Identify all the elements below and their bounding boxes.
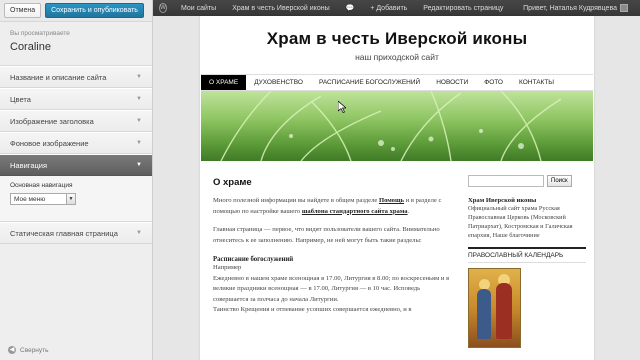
triangle-down-icon: ▼: [136, 74, 142, 80]
main-navigation: О ХРАМЕ ДУХОВЕНСТВО РАСПИСАНИЕ БОГОСЛУЖЕ…: [201, 74, 593, 91]
help-link[interactable]: Помощь: [379, 197, 404, 204]
text: .: [407, 207, 410, 215]
calendar-widget-title: ПРАВОСЛАВНЫЙ КАЛЕНДАРЬ: [468, 247, 586, 263]
header-image: [201, 91, 593, 161]
schedule-example: Например: [213, 264, 242, 271]
primary-navigation-label: Основная навигация: [10, 182, 73, 189]
nav-item-clergy[interactable]: ДУХОВЕНСТВО: [246, 75, 311, 90]
section-static-front-page[interactable]: Статическая главная страница ▼: [0, 222, 152, 244]
menu-select-value: Мое меню: [14, 195, 46, 203]
avatar: [620, 4, 628, 12]
collapse-label: Свернуть: [20, 346, 49, 354]
mouse-cursor-icon: [338, 101, 346, 113]
collapse-sidebar-button[interactable]: ◀ Свернуть: [8, 346, 49, 354]
site-sidebar: Поиск Храм Иверской иконы Официальный са…: [468, 175, 586, 348]
church-widget-text: Официальный сайт храма Русская Православ…: [468, 205, 573, 239]
site-description: наш приходской сайт: [355, 52, 439, 62]
admin-bar: W Мои сайты Храм в честь Иверской иконы …: [153, 0, 640, 16]
entry-paragraph-intro: Главная страница — первое, что видят пол…: [213, 226, 440, 244]
nav-item-about[interactable]: О ХРАМЕ: [201, 75, 247, 90]
menu-select[interactable]: Мое меню ▼: [10, 193, 76, 205]
section-colors[interactable]: Цвета ▼: [0, 88, 152, 110]
section-label: Фоновое изображение: [10, 138, 89, 148]
customizer-panel: Отмена Сохранить и опубликовать Вы просм…: [0, 0, 153, 360]
site-title[interactable]: Храм в честь Иверской иконы: [200, 29, 594, 49]
admin-bar-edit-page[interactable]: Редактировать страницу: [415, 5, 511, 12]
admin-bar-new[interactable]: + Добавить: [362, 5, 415, 12]
section-label: Статическая главная страница: [10, 228, 118, 238]
triangle-down-icon: ▼: [136, 118, 142, 124]
church-widget-title: Храм Иверской иконы: [468, 197, 537, 204]
text: Много полезной информации вы найдете в о…: [213, 197, 379, 204]
section-background-image[interactable]: Фоновое изображение ▼: [0, 132, 152, 154]
save-and-publish-button[interactable]: Сохранить и опубликовать: [45, 3, 144, 18]
viewing-label: Вы просматриваете: [10, 30, 70, 37]
nav-item-photo[interactable]: ФОТО: [476, 75, 511, 90]
section-label: Изображение заголовка: [10, 116, 94, 126]
figure-shape: [496, 283, 512, 339]
site-preview: W Мои сайты Храм в честь Иверской иконы …: [153, 0, 640, 360]
entry-title: О храме: [213, 177, 252, 188]
grass-illustration: [220, 91, 562, 161]
entry-paragraph-help: Много полезной информации вы найдете в о…: [213, 196, 453, 217]
schedule-heading: Расписание богослужений: [213, 256, 294, 263]
entry: О храме Много полезной информации вы най…: [213, 177, 453, 316]
triangle-down-icon: ▼: [136, 230, 142, 236]
select-arrow-icon: ▼: [66, 194, 75, 204]
sacraments-text: Таинство Крещения и отпевание усопших со…: [213, 306, 412, 313]
nav-item-schedule[interactable]: РАСПИСАНИЕ БОГОСЛУЖЕНИЙ: [311, 75, 428, 90]
theme-info: Вы просматриваете Coraline: [0, 22, 152, 66]
admin-bar-site-name[interactable]: Храм в честь Иверской иконы: [224, 5, 337, 12]
navigation-section-body: Основная навигация Мое меню ▼: [0, 176, 152, 222]
icon-image[interactable]: [468, 268, 521, 348]
search-button[interactable]: Поиск: [547, 175, 572, 187]
customizer-sections: Название и описание сайта ▼ Цвета ▼ Изоб…: [0, 66, 152, 244]
search-form: Поиск: [468, 175, 586, 187]
triangle-down-icon: ▼: [136, 96, 142, 102]
nav-item-news[interactable]: НОВОСТИ: [428, 75, 476, 90]
section-navigation[interactable]: Навигация ▼: [0, 154, 152, 176]
cancel-button[interactable]: Отмена: [4, 3, 42, 18]
section-header-image[interactable]: Изображение заголовка ▼: [0, 110, 152, 132]
wordpress-logo-menu[interactable]: W: [153, 3, 173, 13]
template-link[interactable]: шаблона стандартного сайта храма: [302, 208, 408, 215]
triangle-down-icon: ▼: [136, 162, 142, 168]
schedule-text: Ежедневно в нашем храме всенощная в 17.0…: [213, 274, 450, 303]
figure-shape: [477, 289, 491, 339]
collapse-arrow-icon: ◀: [8, 346, 16, 354]
theme-name: Coraline: [10, 41, 51, 53]
comment-bubble-icon: 💬: [345, 5, 355, 12]
customizer-header: Отмена Сохранить и опубликовать: [0, 0, 152, 22]
triangle-down-icon: ▼: [136, 140, 142, 146]
section-label: Название и описание сайта: [10, 72, 107, 82]
admin-bar-comments[interactable]: 💬: [338, 4, 363, 12]
section-title-tagline[interactable]: Название и описание сайта ▼: [0, 66, 152, 88]
site-page: Храм в честь Иверской иконы наш приходск…: [200, 16, 594, 360]
greeting: Привет, Наталья Кудрявцева: [523, 4, 617, 12]
search-input[interactable]: [468, 175, 544, 187]
admin-bar-account[interactable]: Привет, Наталья Кудрявцева: [515, 4, 636, 12]
nav-item-contacts[interactable]: КОНТАКТЫ: [511, 75, 562, 90]
section-label: Навигация: [10, 160, 48, 170]
wordpress-logo-icon: W: [159, 3, 167, 13]
section-label: Цвета: [10, 94, 31, 104]
admin-bar-my-sites[interactable]: Мои сайты: [173, 5, 224, 12]
